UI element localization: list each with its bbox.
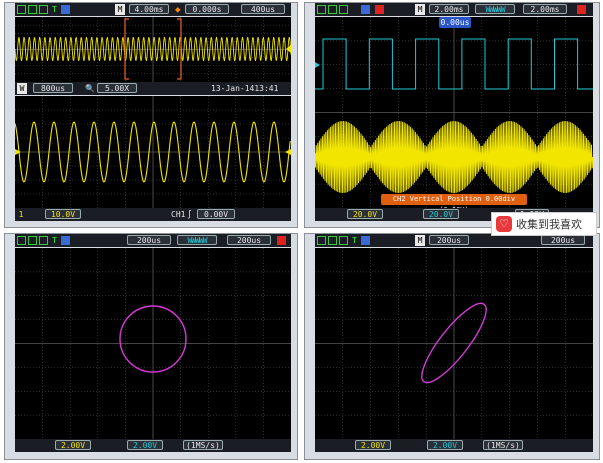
sample-box[interactable]: 2.00ms bbox=[523, 4, 567, 14]
p4-bottom-bar: 2.00V 2.00V (1MS/s) bbox=[315, 439, 593, 452]
trigger-level-marker bbox=[285, 149, 291, 155]
p1-main-window bbox=[15, 17, 291, 82]
ch2-scale-box[interactable]: 2.00V bbox=[427, 440, 463, 450]
waveform-indicator: WWWWW bbox=[177, 235, 217, 245]
time-b-box[interactable]: 200us bbox=[227, 235, 271, 245]
trigger-position-icon: ⬥ bbox=[175, 5, 181, 14]
pulse-icon[interactable] bbox=[339, 5, 348, 14]
waveform-indicator: WWWWW bbox=[475, 4, 515, 14]
trigger-level-box[interactable]: 0.00V bbox=[197, 209, 235, 219]
trigger-t-icon: T bbox=[352, 236, 357, 245]
zoom-timebase-box[interactable]: 800us bbox=[33, 83, 73, 93]
timebase-box[interactable]: 2.00ms bbox=[429, 4, 469, 14]
p4-xy-window bbox=[315, 248, 593, 439]
save-icon[interactable] bbox=[361, 5, 370, 14]
p3-bottom-bar: 2.00V 2.00V (1MS/s) bbox=[15, 439, 291, 452]
save-icon[interactable] bbox=[361, 236, 370, 245]
p2-top-bar: M 2.00ms WWWWW 2.00ms bbox=[315, 3, 593, 16]
pulse-icon[interactable] bbox=[39, 236, 48, 245]
ch1-scale-box[interactable]: 20.0V bbox=[347, 209, 383, 219]
ch1-scale-box[interactable]: 2.00V bbox=[355, 440, 391, 450]
save-icon[interactable] bbox=[61, 236, 70, 245]
rate-box: (1MS/s) bbox=[183, 440, 223, 450]
vertical-position-message: CH2 Vertical Position 0.00div (0.00V) bbox=[381, 194, 527, 214]
heart-icon: ♡ bbox=[496, 216, 512, 232]
trigger-t-icon: T bbox=[52, 236, 57, 245]
time-a-box[interactable]: 200us bbox=[127, 235, 171, 245]
run-state: M bbox=[415, 4, 425, 15]
p1-bottom-bar: 1 10.0V CH1 ∫ 0.00V bbox=[15, 208, 291, 221]
slope-icon[interactable] bbox=[28, 236, 37, 245]
pulse-icon[interactable] bbox=[339, 236, 348, 245]
p3-xy-window bbox=[15, 248, 291, 439]
rate-box: (1MS/s) bbox=[483, 440, 523, 450]
run-state: M bbox=[415, 235, 425, 246]
sample-box[interactable]: 400us bbox=[241, 4, 285, 14]
p2-main-window: 0.00us CH2 Vertical Position 0.00div (0.… bbox=[315, 17, 593, 214]
run-icon[interactable] bbox=[317, 5, 326, 14]
ch1-ground-marker bbox=[15, 149, 21, 155]
ch1-scale-box[interactable]: 10.0V bbox=[45, 209, 81, 219]
zoom-factor-box[interactable]: 5.00X bbox=[97, 83, 137, 93]
p1-top-bar: T M 4.00ms ⬥ 0.000s 400us bbox=[15, 3, 291, 16]
trigger-position-box[interactable]: 0.000s bbox=[185, 4, 229, 14]
ch2-ground-marker bbox=[315, 62, 320, 68]
scope-panel-1: T M 4.00ms ⬥ 0.000s 400us W 800us 🔍 5.00… bbox=[4, 2, 298, 228]
scope-panel-3: T 200us WWWWW 200us 2.00V 2.00V (1MS/s) bbox=[4, 233, 298, 460]
p1-zoom-bar: W 800us 🔍 5.00X 13-Jan-1413:41 bbox=[15, 82, 291, 95]
stop-icon[interactable] bbox=[577, 5, 586, 14]
stop-icon[interactable] bbox=[277, 236, 286, 245]
timebase-box[interactable]: 4.00ms bbox=[129, 4, 169, 14]
datetime: 13-Jan-1413:41 bbox=[211, 84, 279, 93]
slope-icon[interactable] bbox=[328, 236, 337, 245]
collect-label: 收集到我喜欢 bbox=[516, 218, 582, 231]
zoom-mode: W bbox=[17, 83, 27, 94]
slope-icon[interactable] bbox=[28, 5, 37, 14]
run-icon[interactable] bbox=[317, 236, 326, 245]
p3-top-bar: T 200us WWWWW 200us bbox=[15, 234, 291, 247]
collect-popup[interactable]: ♡ 收集到我喜欢 bbox=[491, 212, 597, 236]
save-icon[interactable] bbox=[61, 5, 70, 14]
run-state: M bbox=[115, 4, 125, 15]
time-b-box[interactable]: 200us bbox=[541, 235, 585, 245]
time-a-box[interactable]: 200us bbox=[429, 235, 469, 245]
ch1-scale-box[interactable]: 2.00V bbox=[55, 440, 91, 450]
pulse-icon[interactable] bbox=[39, 5, 48, 14]
ch1-indicator: 1 bbox=[18, 210, 24, 219]
ch2-scale-box[interactable]: 2.00V bbox=[127, 440, 163, 450]
zoom-icon: 🔍 bbox=[85, 84, 95, 93]
slope-icon[interactable] bbox=[328, 5, 337, 14]
run-icon[interactable] bbox=[17, 5, 26, 14]
trigger-source: CH1 bbox=[171, 210, 186, 219]
scope-panel-2: M 2.00ms WWWWW 2.00ms 0.00us CH2 Vertica… bbox=[304, 2, 600, 228]
trigger-t-icon: T bbox=[52, 5, 57, 14]
trigger-readout: 0.00us bbox=[439, 17, 471, 28]
stop-icon[interactable] bbox=[375, 5, 384, 14]
run-icon[interactable] bbox=[17, 236, 26, 245]
scope-panel-4: T M 200us 200us 2.00V 2.00V (1MS/s) bbox=[304, 233, 600, 460]
rising-edge-icon: ∫ bbox=[187, 210, 192, 219]
p1-zoom-window bbox=[15, 96, 291, 208]
ch2-scale-box[interactable]: 20.0V bbox=[423, 209, 459, 219]
